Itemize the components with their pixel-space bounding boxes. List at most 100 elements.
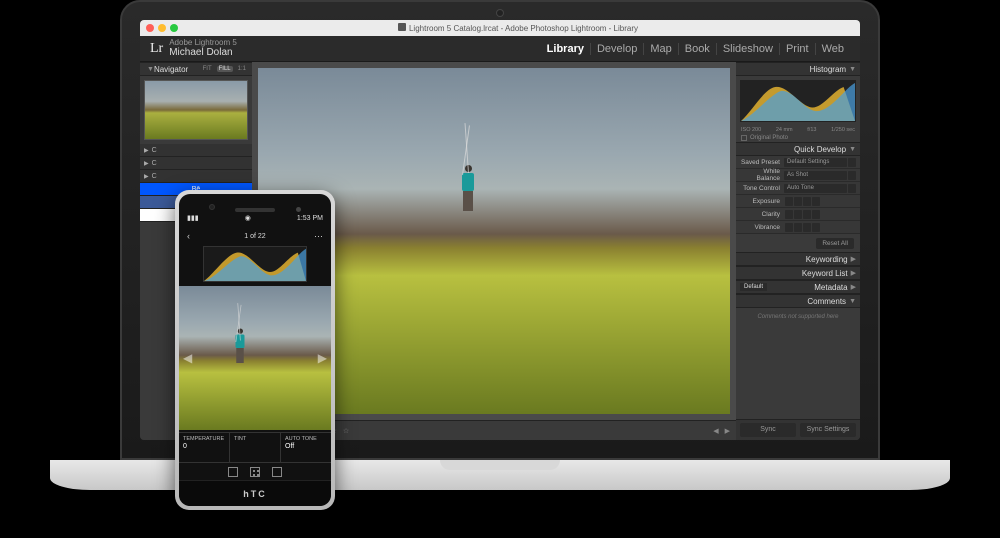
phone-brand: hTC: [179, 480, 331, 506]
chevron-down-icon: ▼: [147, 66, 154, 73]
navigator-thumbnail[interactable]: [144, 80, 248, 140]
left-collapsed-row-3[interactable]: ▶C: [140, 170, 252, 183]
brand-block: Lr Adobe Lightroom 5 Michael Dolan: [150, 39, 237, 58]
laptop-notch: [440, 460, 560, 470]
chevron-left-icon[interactable]: ◀: [713, 427, 718, 435]
window-title: Lightroom 5 Catalog.lrcat - Adobe Photos…: [182, 23, 854, 33]
close-icon[interactable]: [146, 24, 154, 32]
module-book[interactable]: Book: [678, 43, 716, 55]
meta-shutter: 1/250 sec: [831, 127, 855, 133]
chevron-down-icon: ▼: [849, 66, 856, 73]
view-grid-icon[interactable]: [250, 467, 260, 477]
nav-zoom-1to1[interactable]: 1:1: [236, 66, 248, 72]
ctrl-temperature[interactable]: TEMPERATURE0: [179, 433, 230, 462]
stepper-icon[interactable]: [848, 158, 856, 167]
photo-counter: 1 of 22: [244, 233, 265, 240]
phone-view-icons: [179, 462, 331, 480]
histogram-svg: [741, 81, 855, 121]
sync-settings-button[interactable]: Sync Settings: [800, 423, 856, 437]
quick-develop-header[interactable]: Quick Develop ▼: [736, 142, 860, 156]
zoom-icon[interactable]: [170, 24, 178, 32]
status-time: 1:53 PM: [297, 215, 323, 222]
laptop-camera: [497, 10, 503, 16]
phone-speaker: [235, 208, 275, 212]
phone-photo[interactable]: ◀ ▶: [179, 286, 331, 430]
phone-controls: TEMPERATURE0 TINT AUTO TONEOff: [179, 432, 331, 462]
right-panel: Histogram ▼ ISO 200 24 mm f/13 1/250 sec: [736, 62, 860, 440]
histogram-svg: [204, 247, 306, 281]
next-photo-icon[interactable]: ▶: [318, 351, 327, 365]
module-slideshow[interactable]: Slideshow: [716, 43, 779, 55]
module-library[interactable]: Library: [541, 43, 590, 55]
navigator-header[interactable]: ▼ Navigator FIT FILL 1:1: [140, 62, 252, 76]
navigator-label: Navigator: [154, 65, 188, 74]
navigator-zoom-tabs: FIT FILL 1:1: [201, 66, 248, 72]
module-develop[interactable]: Develop: [590, 43, 643, 55]
comments-body: Comments not supported here: [736, 308, 860, 326]
left-collapsed-row-2[interactable]: ▶C: [140, 157, 252, 170]
signal-icon: ▮▮▮: [187, 214, 199, 222]
module-web[interactable]: Web: [815, 43, 850, 55]
stepper-icon[interactable]: [848, 171, 856, 180]
qd-white-balance[interactable]: White BalanceAs Shot: [736, 169, 860, 182]
wifi-icon: ◉: [245, 214, 251, 222]
phone-photo-nav: ‹ 1 of 22 ⋯: [179, 228, 331, 244]
phone-statusbar: ▮▮▮ ◉ 1:53 PM: [179, 212, 331, 224]
chevron-right-icon: ▶: [144, 173, 149, 180]
share-icon[interactable]: ⋯: [314, 231, 323, 242]
histogram-display[interactable]: [740, 80, 856, 122]
phone-sensor: [296, 207, 301, 212]
chevron-right-icon: ▶: [851, 269, 856, 277]
module-picker: Library Develop Map Book Slideshow Print…: [541, 43, 850, 55]
back-icon[interactable]: ‹: [187, 231, 190, 241]
sync-button[interactable]: Sync: [740, 423, 796, 437]
meta-aperture: f/13: [807, 127, 816, 133]
module-print[interactable]: Print: [779, 43, 815, 55]
ctrl-tint[interactable]: TINT: [230, 433, 281, 462]
top-bar: Lr Adobe Lightroom 5 Michael Dolan Libra…: [140, 36, 860, 62]
phone-camera: [209, 204, 215, 210]
qd-exposure[interactable]: Exposure: [736, 195, 860, 208]
chevron-right-icon: ▶: [144, 147, 149, 154]
chevron-right-icon[interactable]: ▶: [725, 427, 730, 435]
phone-frame: ▮▮▮ ◉ 1:53 PM ‹ 1 of 22 ⋯ ◀ ▶: [175, 190, 335, 510]
meta-iso: ISO 200: [741, 127, 761, 133]
brand-mark: Lr: [150, 41, 163, 57]
app-icon: [398, 23, 406, 31]
histogram-header[interactable]: Histogram ▼: [736, 62, 860, 76]
chevron-right-icon: ▶: [851, 283, 856, 291]
meta-focal: 24 mm: [776, 127, 793, 133]
brand-user: Michael Dolan: [169, 47, 237, 58]
prev-photo-icon[interactable]: ◀: [183, 351, 192, 365]
stepper-icon[interactable]: [848, 184, 856, 193]
left-collapsed-row-1[interactable]: ▶C: [140, 144, 252, 157]
quick-develop-label: Quick Develop: [794, 145, 846, 154]
keyword-list-header[interactable]: Keyword List▶: [736, 266, 860, 280]
qd-clarity[interactable]: Clarity: [736, 208, 860, 221]
histogram-label: Histogram: [810, 65, 846, 74]
metadata-preset[interactable]: Default: [740, 283, 767, 291]
view-compare-icon[interactable]: [272, 467, 282, 477]
qd-tone-control[interactable]: Tone ControlAuto Tone: [736, 182, 860, 195]
chevron-right-icon: ▶: [851, 255, 856, 263]
keywording-header[interactable]: Keywording▶: [736, 252, 860, 266]
nav-zoom-fill[interactable]: FILL: [217, 66, 233, 72]
qd-vibrance[interactable]: Vibrance: [736, 221, 860, 234]
brand-product: Adobe Lightroom 5: [169, 39, 237, 47]
metadata-header[interactable]: DefaultMetadata▶: [736, 280, 860, 294]
chevron-right-icon: ▶: [144, 160, 149, 167]
comments-header[interactable]: Comments▼: [736, 294, 860, 308]
view-single-icon[interactable]: [228, 467, 238, 477]
histogram-meta: ISO 200 24 mm f/13 1/250 sec: [736, 126, 860, 134]
chevron-down-icon: ▼: [849, 298, 856, 305]
nav-zoom-fit[interactable]: FIT: [201, 66, 214, 72]
chevron-down-icon: ▼: [849, 146, 856, 153]
phone-body: ▮▮▮ ◉ 1:53 PM ‹ 1 of 22 ⋯ ◀ ▶: [179, 194, 331, 506]
ctrl-auto-tone[interactable]: AUTO TONEOff: [281, 433, 331, 462]
original-photo-checkbox[interactable]: Original Photo: [736, 134, 860, 142]
module-map[interactable]: Map: [643, 43, 677, 55]
phone-histogram[interactable]: [203, 246, 307, 282]
minimize-icon[interactable]: [158, 24, 166, 32]
checkbox-icon: [741, 135, 747, 141]
qd-reset-all[interactable]: Reset All: [736, 234, 860, 252]
